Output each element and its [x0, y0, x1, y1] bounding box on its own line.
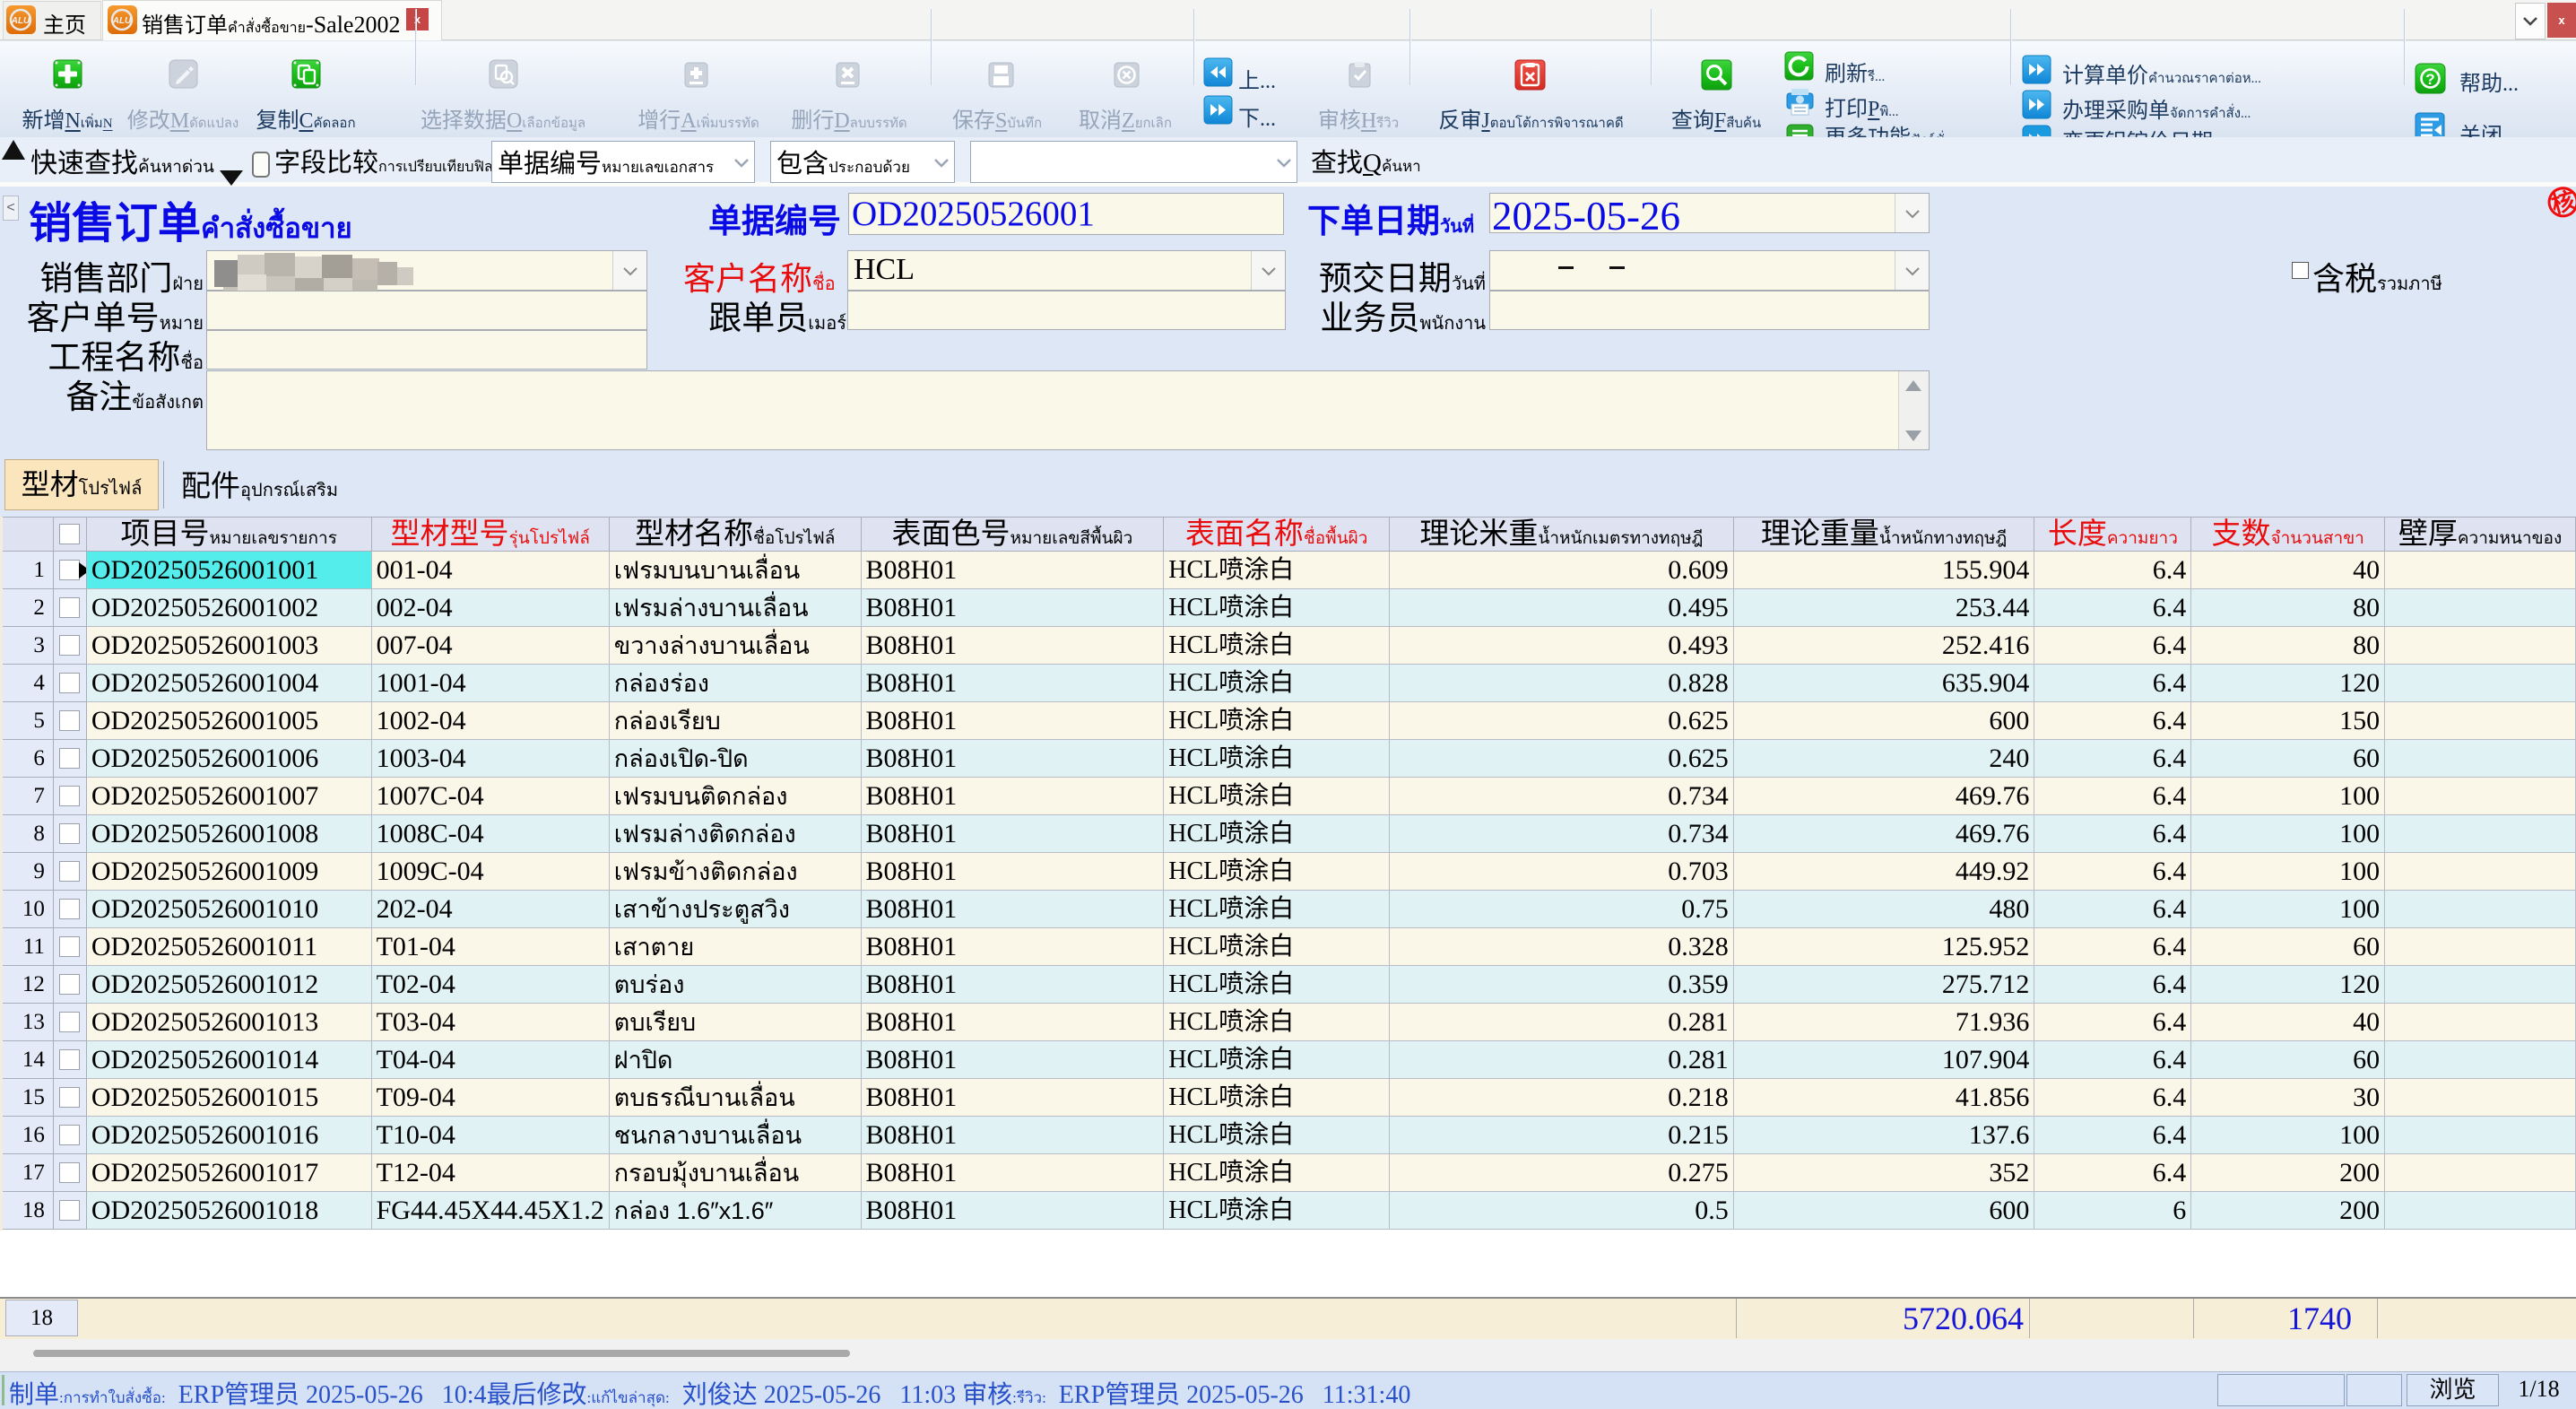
svg-text:?: ? — [2425, 71, 2434, 88]
svg-text:ALU: ALU — [112, 16, 132, 26]
svg-text:ALU: ALU — [11, 16, 30, 26]
